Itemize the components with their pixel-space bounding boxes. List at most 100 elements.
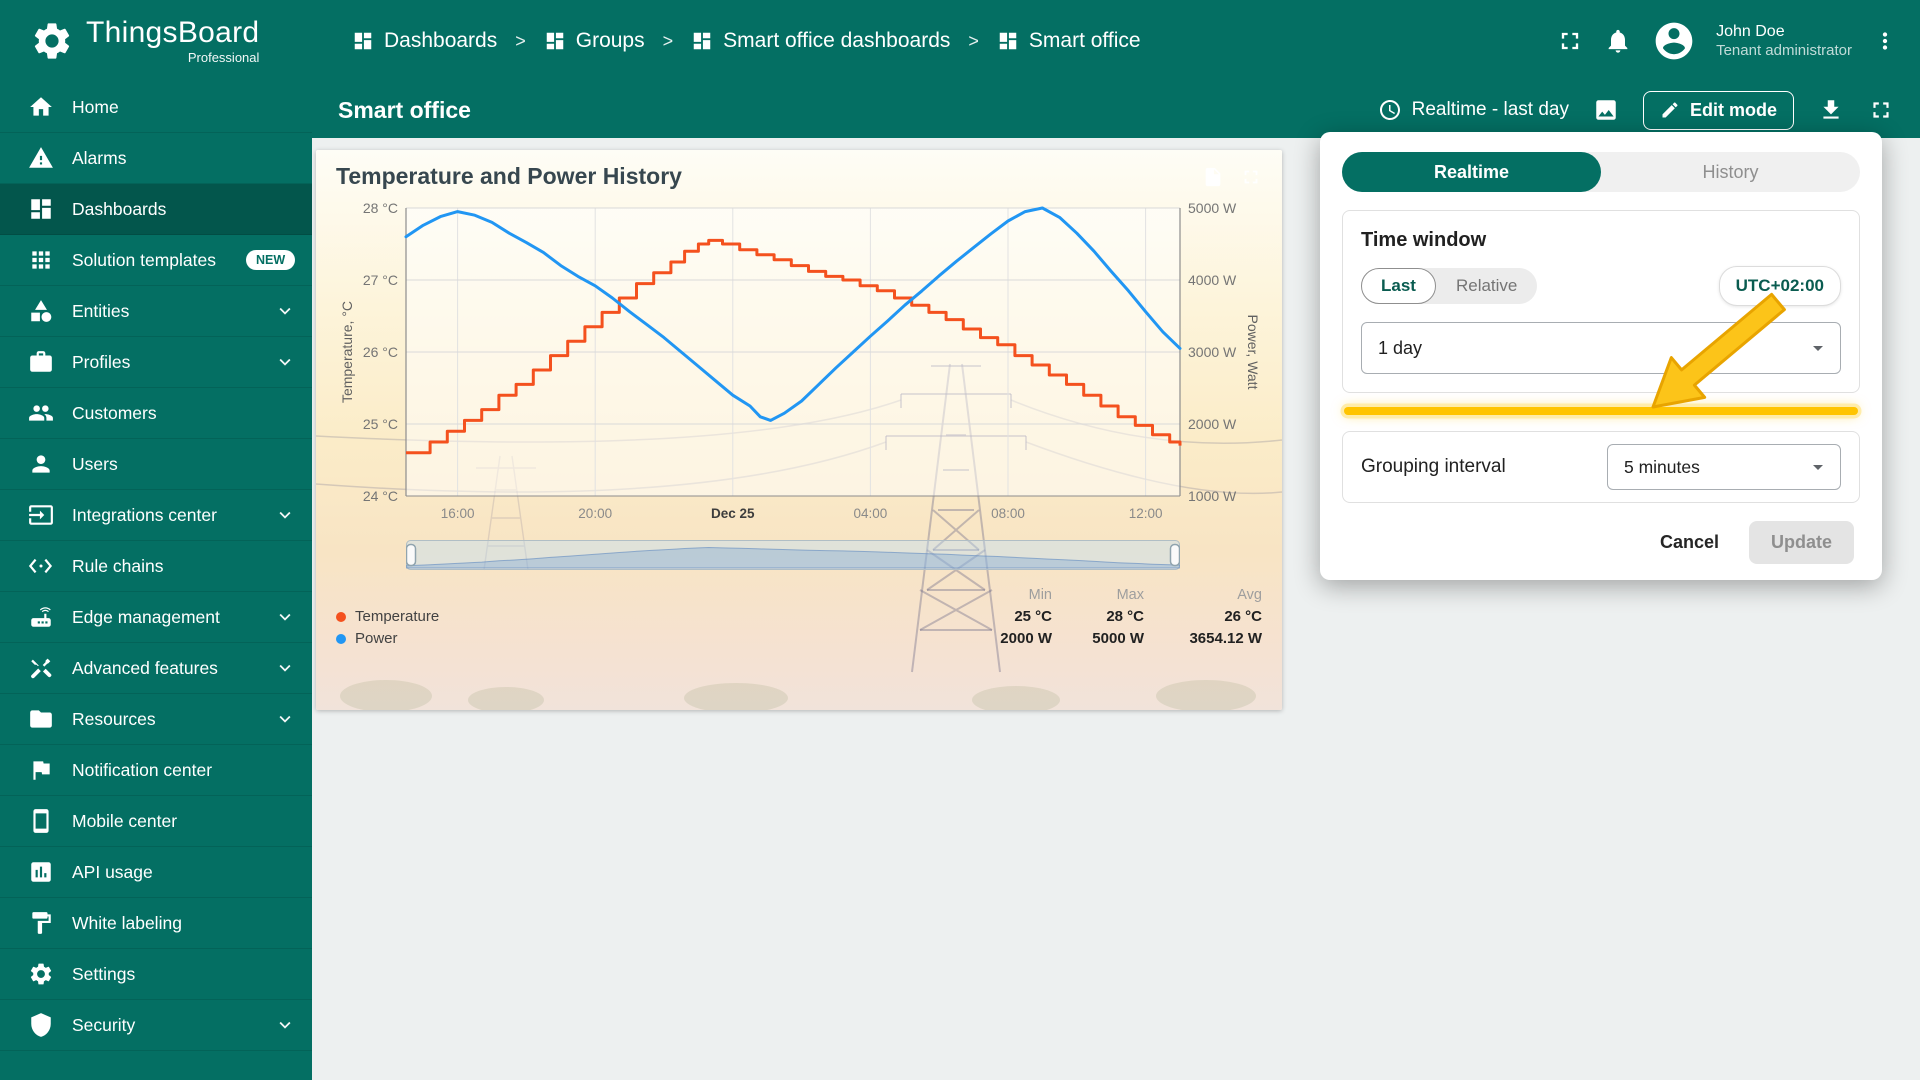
legend-value: 2000 W — [1000, 630, 1052, 647]
expand-dashboard-button[interactable] — [1868, 97, 1894, 123]
topbar-actions: John Doe Tenant administrator — [1556, 19, 1920, 63]
sidebar-item-alarms[interactable]: Alarms — [0, 133, 312, 184]
image-icon — [1593, 97, 1619, 123]
dashboard-toolbar: Smart office Realtime - last day Edit mo… — [312, 82, 1920, 138]
sidebar-item-edge-management[interactable]: Edge management — [0, 592, 312, 643]
dashboard-toolbar-actions: Realtime - last day Edit mode — [1378, 90, 1894, 130]
folder-icon — [28, 706, 54, 732]
fullscreen-button[interactable] — [1556, 27, 1584, 55]
clock-icon — [1378, 98, 1402, 122]
sidebar-item-white-labeling[interactable]: White labeling — [0, 898, 312, 949]
user-info: John Doe Tenant administrator — [1716, 22, 1852, 61]
edit-mode-label: Edit mode — [1689, 99, 1777, 120]
user-role: Tenant administrator — [1716, 41, 1852, 59]
sidebar-item-home[interactable]: Home — [0, 82, 312, 133]
y-axis-right-tick-label: 4000 W — [1188, 272, 1237, 288]
sidebar-item-label: Mobile center — [72, 810, 178, 831]
widget-title: Temperature and Power History — [336, 163, 682, 189]
sidebar-item-integrations-center[interactable]: Integrations center — [0, 490, 312, 541]
sidebar-item-label: Entities — [72, 300, 130, 321]
legend-series-temperature[interactable]: Temperature — [336, 608, 960, 625]
sidebar-item-mobile-center[interactable]: Mobile center — [0, 796, 312, 847]
sidebar-item-security[interactable]: Security — [0, 1000, 312, 1051]
x-axis-tick-label: Dec 25 — [711, 506, 755, 521]
legend-value: 5000 W — [1092, 630, 1144, 647]
legend-dot-icon — [336, 611, 346, 622]
chart: 16:00 20:00 Dec 25 04:00 08:00 12:00 28 °C 27 °… — [339, 200, 1261, 521]
fullscreen-icon — [1556, 27, 1584, 55]
y-axis-right-tick-label: 3000 W — [1188, 344, 1237, 360]
sidebar-item-label: Users — [72, 453, 118, 474]
sidebar-item-users[interactable]: Users — [0, 439, 312, 490]
sidebar-item-label: Profiles — [72, 351, 131, 372]
apiusage-icon — [28, 859, 54, 885]
y-axis-left-tick-label: 27 °C — [363, 272, 398, 288]
sidebar-item-label: Customers — [72, 402, 157, 423]
sidebar-item-solution-templates[interactable]: Solution templates NEW — [0, 235, 312, 286]
y-axis-left-tick-label: 28 °C — [363, 200, 398, 216]
breadcrumb-item-smart-office-dashboards[interactable]: Smart office dashboards — [691, 29, 950, 53]
y-axis-left-tick-label: 24 °C — [363, 488, 398, 504]
dashboard-icon — [997, 30, 1019, 52]
widget-actions — [1202, 166, 1262, 188]
chevron-down-icon — [274, 606, 296, 628]
timezone-button[interactable]: UTC+02:00 — [1718, 266, 1841, 306]
x-axis-tick-label: 12:00 — [1129, 506, 1163, 521]
chevron-down-icon — [1806, 455, 1830, 479]
expand-widget-button[interactable] — [1240, 166, 1262, 188]
edit-mode-button[interactable]: Edit mode — [1642, 90, 1794, 130]
time-window-group: Time window Last Relative UTC+02:00 1 da… — [1342, 210, 1860, 393]
timewindow-button[interactable]: Realtime - last day — [1378, 98, 1569, 122]
legend-series-label: Temperature — [355, 608, 440, 625]
sidebar-item-label: Edge management — [72, 606, 220, 627]
breadcrumb-separator: > — [662, 30, 674, 51]
cancel-button[interactable]: Cancel — [1660, 532, 1719, 553]
chevron-down-icon — [274, 1014, 296, 1036]
breadcrumb-label: Dashboards — [384, 29, 498, 52]
interval-select[interactable]: 1 day — [1361, 322, 1841, 374]
brand-subtitle: Professional — [187, 49, 260, 65]
sidebar-item-resources[interactable]: Resources — [0, 694, 312, 745]
sidebar-item-advanced-features[interactable]: Advanced features — [0, 643, 312, 694]
sidebar-item-entities[interactable]: Entities — [0, 286, 312, 337]
export-widget-button[interactable] — [1202, 166, 1224, 188]
background-image-button[interactable] — [1593, 97, 1619, 123]
sidebar-item-rule-chains[interactable]: Rule chains — [0, 541, 312, 592]
grouping-interval-select[interactable]: 5 minutes — [1607, 444, 1841, 490]
sidebar-item-profiles[interactable]: Profiles — [0, 337, 312, 388]
brand-logo[interactable]: ThingsBoard Professional — [0, 17, 312, 64]
notifications-button[interactable] — [1604, 27, 1632, 55]
y-axis-right-tick-label: 5000 W — [1188, 200, 1237, 216]
sidebar-item-notification-center[interactable]: Notification center — [0, 745, 312, 796]
avatar[interactable] — [1652, 19, 1696, 63]
sidebar-item-api-usage[interactable]: API usage — [0, 847, 312, 898]
widget-header: Temperature and Power History — [316, 150, 1282, 194]
apps-icon — [28, 247, 54, 273]
sidebar-item-customers[interactable]: Customers — [0, 388, 312, 439]
last-toggle[interactable]: Last — [1361, 268, 1436, 304]
breadcrumb-item-smart-office[interactable]: Smart office — [997, 29, 1141, 53]
tab-realtime[interactable]: Realtime — [1342, 152, 1601, 192]
relative-toggle[interactable]: Relative — [1436, 268, 1537, 304]
breadcrumb-label: Smart office dashboards — [723, 29, 951, 52]
chevron-down-icon — [1806, 336, 1830, 360]
update-button[interactable]: Update — [1748, 521, 1854, 564]
legend-series-power[interactable]: Power — [336, 630, 960, 647]
sidebar: Home Alarms Dashboards Solution templates NE… — [0, 82, 312, 1080]
brand-name: ThingsBoard — [86, 16, 260, 50]
chart-legend: Min Max Avg Temperature 25 °C 28 °C 26 °C Power… — [336, 587, 1262, 647]
breadcrumb-item-groups[interactable]: Groups — [544, 29, 645, 53]
more-menu-button[interactable] — [1872, 28, 1898, 54]
y-axis-left-tick-label: 25 °C — [363, 416, 398, 432]
legend-value: 25 °C — [1014, 608, 1052, 625]
sidebar-item-dashboards[interactable]: Dashboards — [0, 184, 312, 235]
sidebar-item-label: Alarms — [72, 147, 127, 168]
sidebar-item-settings[interactable]: Settings — [0, 949, 312, 1000]
download-dashboard-button[interactable] — [1818, 97, 1844, 123]
breadcrumb-item-dashboards[interactable]: Dashboards — [352, 29, 497, 53]
time-range-slider[interactable] — [405, 540, 1181, 575]
slider-handle-left[interactable] — [405, 543, 417, 567]
tab-history[interactable]: History — [1601, 152, 1860, 192]
slider-handle-right[interactable] — [1169, 543, 1181, 567]
interval-value: 1 day — [1378, 337, 1423, 358]
